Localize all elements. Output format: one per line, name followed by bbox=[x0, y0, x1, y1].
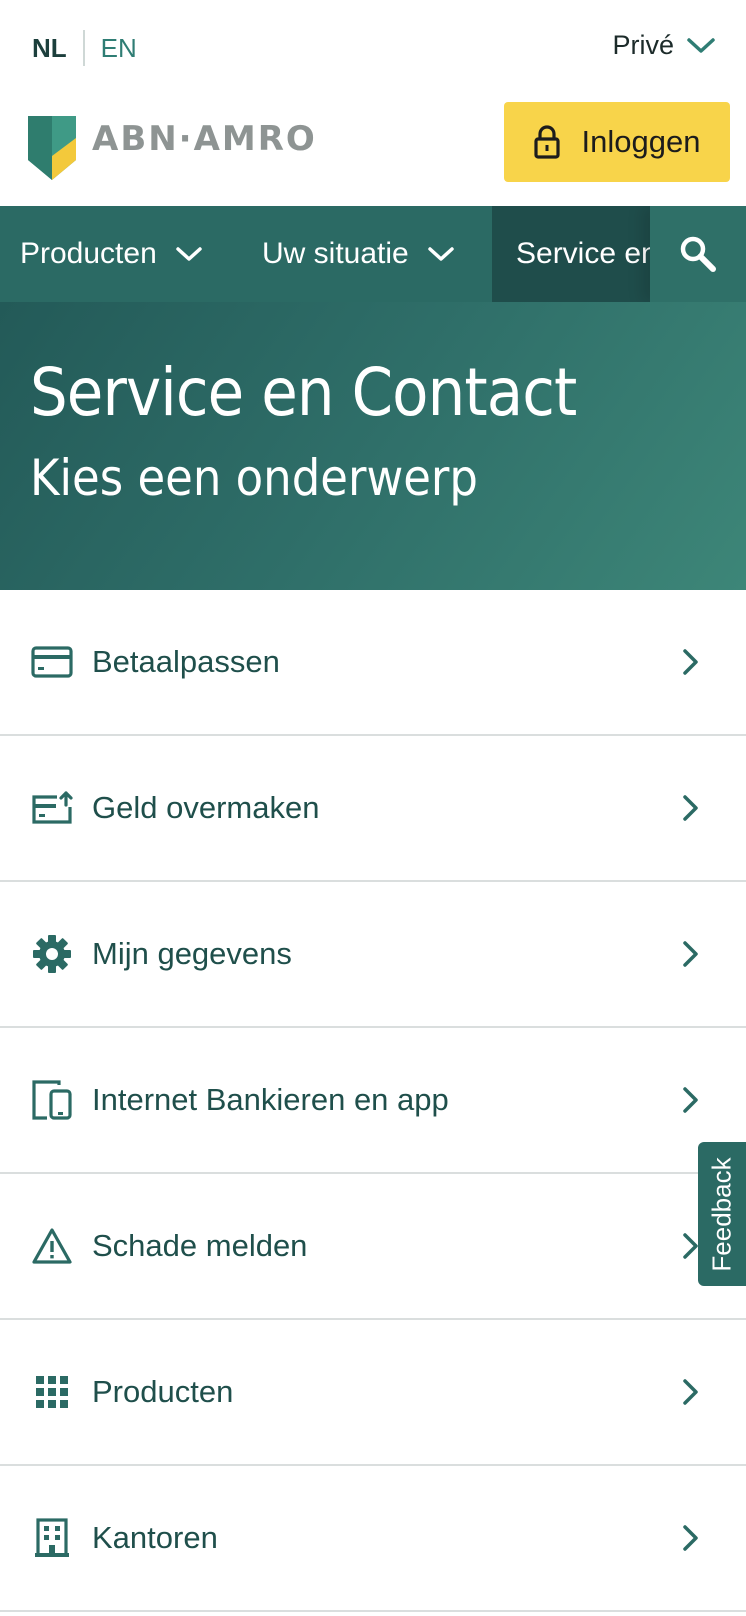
lang-en-link[interactable]: EN bbox=[101, 33, 137, 64]
language-switcher: NL EN bbox=[32, 30, 137, 66]
nav-item-label: Service en Contact bbox=[516, 237, 672, 270]
list-item-label: Producten bbox=[92, 1374, 234, 1409]
warning-icon bbox=[30, 1224, 74, 1268]
transfer-icon bbox=[30, 786, 74, 830]
lang-nl-link[interactable]: NL bbox=[32, 33, 67, 64]
list-item-geld-overmaken[interactable]: Geld overmaken bbox=[0, 736, 746, 882]
list-item-internet-bankieren[interactable]: Internet Bankieren en app bbox=[0, 1028, 746, 1174]
chevron-down-icon bbox=[687, 37, 715, 53]
list-item-label: Schade melden bbox=[92, 1228, 308, 1263]
chevron-right-icon bbox=[683, 1087, 698, 1113]
devices-icon bbox=[30, 1078, 74, 1122]
chevron-right-icon bbox=[683, 649, 698, 675]
list-item-schade-melden[interactable]: Schade melden bbox=[0, 1174, 746, 1320]
list-item-label: Betaalpassen bbox=[92, 644, 280, 679]
nav-item-uw-situatie[interactable]: Uw situatie bbox=[262, 206, 455, 302]
search-icon bbox=[680, 236, 716, 272]
list-item-kantoren[interactable]: Kantoren bbox=[0, 1466, 746, 1612]
lang-divider bbox=[82, 30, 85, 66]
grid-icon bbox=[30, 1370, 74, 1414]
list-item-label: Kantoren bbox=[92, 1520, 218, 1555]
segment-selector[interactable]: Privé bbox=[612, 30, 716, 61]
list-item-mijn-gegevens[interactable]: Mijn gegevens bbox=[0, 882, 746, 1028]
list-item-label: Internet Bankieren en app bbox=[92, 1082, 449, 1117]
search-button[interactable] bbox=[650, 206, 746, 302]
nav-item-producten[interactable]: Producten bbox=[20, 206, 203, 302]
feedback-label: Feedback bbox=[706, 1156, 737, 1272]
chevron-right-icon bbox=[683, 1525, 698, 1551]
topic-list: Betaalpassen Geld overmaken Mijn gegeven… bbox=[0, 590, 746, 1612]
chevron-right-icon bbox=[683, 795, 698, 821]
chevron-down-icon bbox=[427, 247, 454, 261]
login-label: Inloggen bbox=[581, 124, 701, 159]
lock-icon bbox=[533, 125, 560, 159]
list-item-label: Mijn gegevens bbox=[92, 936, 292, 971]
page-title: Service en Contact bbox=[30, 354, 577, 431]
login-button[interactable]: Inloggen bbox=[504, 102, 730, 182]
abn-amro-logo[interactable]: ABN·AMRO bbox=[28, 116, 317, 180]
utility-bar: NL EN Privé bbox=[0, 0, 746, 96]
list-item-producten[interactable]: Producten bbox=[0, 1320, 746, 1466]
hero-banner: Service en Contact Kies een onderwerp bbox=[0, 302, 746, 590]
list-item-betaalpassen[interactable]: Betaalpassen bbox=[0, 590, 746, 736]
chevron-right-icon bbox=[683, 941, 698, 967]
nav-item-service-contact[interactable]: Service en Contact bbox=[492, 206, 672, 302]
chevron-right-icon bbox=[683, 1379, 698, 1405]
building-icon bbox=[30, 1516, 74, 1560]
feedback-tab[interactable]: Feedback bbox=[698, 1142, 746, 1286]
nav-item-label: Producten bbox=[20, 237, 157, 270]
list-item-label: Geld overmaken bbox=[92, 790, 320, 825]
main-nav: Producten Uw situatie Service en Contact bbox=[0, 206, 746, 302]
shield-logo-icon bbox=[28, 116, 76, 180]
site-header: ABN·AMRO Inloggen bbox=[0, 96, 746, 206]
gear-icon bbox=[30, 932, 74, 976]
chevron-down-icon bbox=[176, 247, 202, 261]
brand-wordmark: ABN·AMRO bbox=[92, 119, 317, 159]
page-subtitle: Kies een onderwerp bbox=[30, 449, 479, 507]
nav-item-label: Uw situatie bbox=[262, 237, 409, 270]
card-icon bbox=[30, 640, 74, 684]
segment-label: Privé bbox=[612, 30, 674, 60]
